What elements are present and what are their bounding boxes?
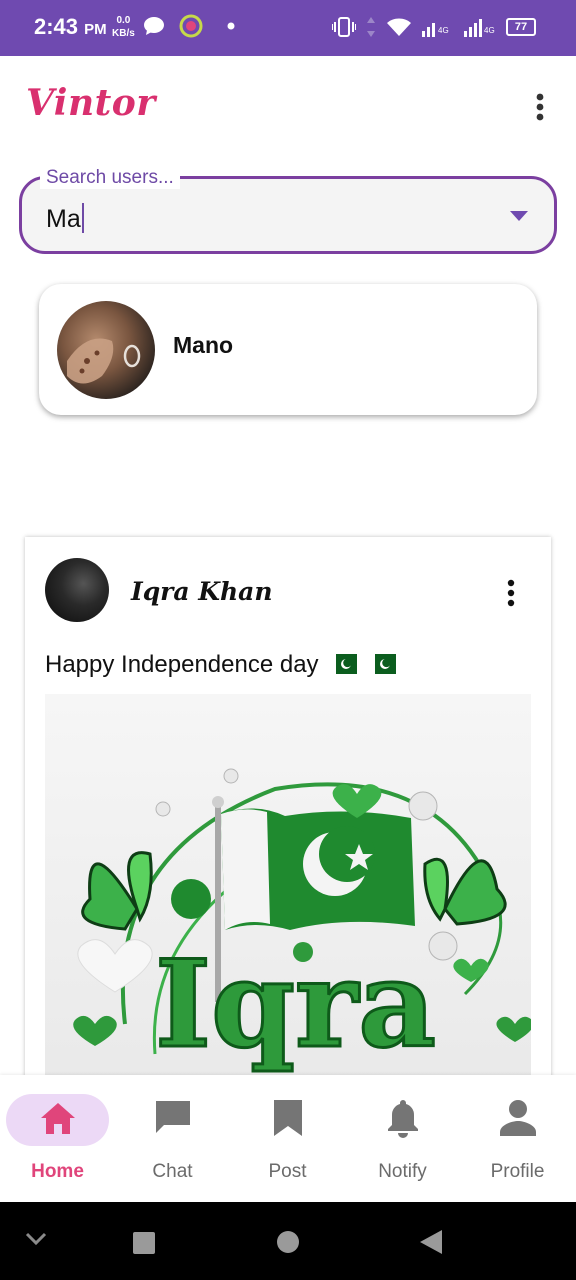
more-options-icon[interactable] <box>526 92 554 124</box>
status-time-value: 2:43 <box>34 14 79 39</box>
collapse-icon[interactable] <box>24 1226 48 1250</box>
network-speed-value: 0.0 <box>116 15 131 26</box>
nav-label-profile[interactable]: Profile <box>460 1161 575 1183</box>
status-time-ampm: PM <box>84 21 107 38</box>
svg-text:4G: 4G <box>438 26 449 35</box>
user-suggestion-card[interactable]: Mano <box>39 284 537 415</box>
status-bar: 2:43 PM 0.0 KB/s 4G 4G 77 <box>0 0 576 56</box>
bookmark-icon[interactable] <box>269 1098 307 1138</box>
search-text: Ma <box>46 205 81 233</box>
post-caption: Happy Independence day <box>45 651 396 679</box>
signal-icon-2: 4G <box>464 19 495 37</box>
signal-icon-1: 4G <box>422 23 449 37</box>
nav-label-post[interactable]: Post <box>230 1161 345 1183</box>
search-input-value[interactable]: Ma <box>46 203 84 234</box>
post-options-icon[interactable] <box>501 579 521 609</box>
nav-item-chat[interactable]: Chat <box>115 1075 230 1202</box>
dot-icon <box>227 22 235 30</box>
vibrate-icon <box>332 17 356 37</box>
message-bubble-icon <box>144 17 164 35</box>
post-card: Iqra Khan Happy Independence day Iqra <box>25 537 551 1097</box>
notification-icons <box>143 14 237 38</box>
system-status-icons: 4G 4G 77 <box>332 16 536 38</box>
post-caption-text: Happy Independence day <box>45 651 319 678</box>
home-button[interactable] <box>276 1230 300 1254</box>
status-time: 2:43 PM <box>34 14 107 40</box>
dropdown-arrow-icon[interactable] <box>510 211 528 221</box>
nav-label-home[interactable]: Home <box>0 1161 115 1183</box>
battery-level: 77 <box>514 21 528 33</box>
text-cursor <box>81 203 84 233</box>
nav-item-home[interactable]: Home <box>0 1075 115 1202</box>
svg-text:4G: 4G <box>484 26 495 35</box>
network-speed-unit: KB/s <box>112 28 135 39</box>
wifi-icon <box>387 18 411 36</box>
recents-button[interactable] <box>132 1231 156 1255</box>
nav-item-notify[interactable]: Notify <box>345 1075 460 1202</box>
network-speed: 0.0 KB/s <box>112 14 135 40</box>
system-navigation-bar <box>0 1202 576 1280</box>
app-status-icon <box>179 14 203 38</box>
post-image-art: Iqra <box>73 768 531 1077</box>
back-button[interactable] <box>418 1229 444 1255</box>
nav-item-post[interactable]: Post <box>230 1075 345 1202</box>
person-icon[interactable] <box>499 1098 537 1138</box>
bottom-navigation: Home Chat Post Notify Profile <box>0 1075 576 1202</box>
nav-item-profile[interactable]: Profile <box>460 1075 575 1202</box>
bell-icon[interactable] <box>384 1098 422 1138</box>
post-author-name[interactable]: Iqra Khan <box>131 577 273 606</box>
suggestion-username[interactable]: Mano <box>173 332 233 359</box>
pakistan-flag-icon <box>329 654 358 674</box>
avatar-image <box>67 338 141 384</box>
avatar[interactable] <box>45 558 109 622</box>
app-title: Vintor <box>26 82 156 124</box>
search-label: Search users... <box>40 167 180 189</box>
data-arrows-icon <box>367 17 375 37</box>
nav-label-chat[interactable]: Chat <box>115 1161 230 1183</box>
avatar[interactable] <box>57 301 155 399</box>
pakistan-flag-icon <box>367 654 396 674</box>
post-image[interactable]: Iqra <box>45 694 531 1094</box>
home-icon[interactable] <box>39 1098 77 1138</box>
battery-indicator: 77 <box>506 18 536 36</box>
chat-icon[interactable] <box>154 1098 192 1138</box>
nav-label-notify[interactable]: Notify <box>345 1161 460 1183</box>
post-image-lettering: Iqra <box>155 934 436 1075</box>
